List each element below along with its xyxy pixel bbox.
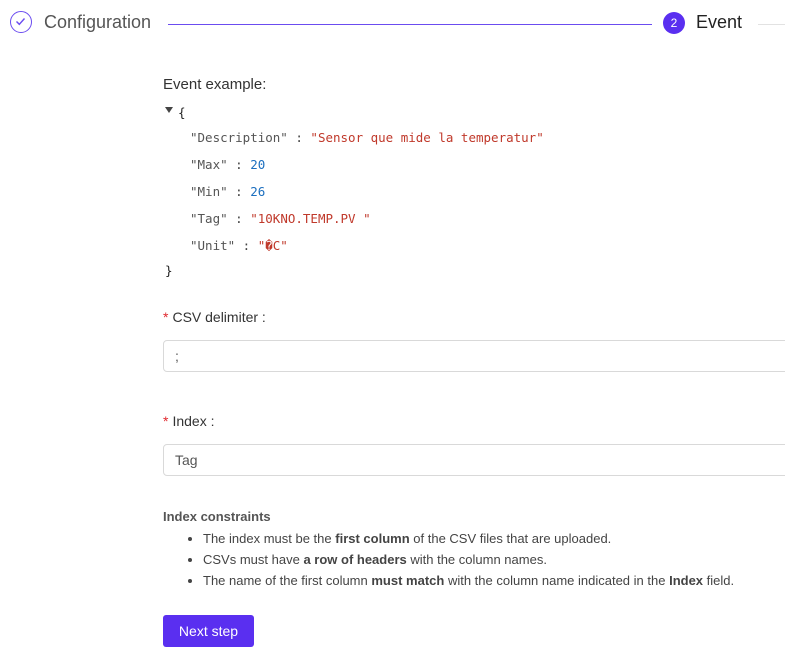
json-row: "Min" : 26 (190, 184, 265, 199)
constraint-emphasis: Index (669, 573, 704, 588)
json-sep: : (227, 157, 251, 172)
json-sep: : (227, 211, 251, 226)
json-value: "10KNO.TEMP.PV " (250, 211, 371, 226)
step-divider-end (758, 24, 785, 25)
json-open-brace: { (178, 105, 186, 120)
step-divider (168, 24, 652, 25)
json-value: "�C" (257, 238, 288, 253)
constraint-text: The index must be the (203, 531, 336, 546)
event-example-label: Event example: (163, 76, 267, 93)
json-key: "Description" (190, 130, 288, 145)
csv-delimiter-label-text: CSV delimiter : (172, 309, 266, 325)
index-constraints-list: The index must be the first column of th… (163, 528, 734, 591)
csv-delimiter-input[interactable] (163, 340, 785, 372)
json-row: "Description" : "Sensor que mide la temp… (190, 130, 544, 145)
required-mark: * (163, 309, 169, 325)
required-mark: * (163, 413, 169, 429)
step-event-label: Event (696, 12, 743, 32)
json-key: "Min" (190, 184, 228, 199)
json-row: "Unit" : "�C" (190, 238, 288, 253)
json-value: "Sensor que mide la temperatur" (310, 130, 544, 145)
json-sep: : (287, 130, 311, 145)
constraint-emphasis: must match (371, 573, 445, 588)
csv-delimiter-label: * CSV delimiter : (163, 309, 266, 325)
json-key: "Max" (190, 157, 228, 172)
constraint-emphasis: a row of headers (303, 552, 407, 567)
step-event-number: 2 (663, 12, 685, 34)
json-key: "Unit" (190, 238, 236, 253)
json-row: "Max" : 20 (190, 157, 265, 172)
index-label: * Index : (163, 413, 214, 429)
next-step-button[interactable]: Next step (163, 615, 254, 647)
constraint-text: CSVs must have (203, 552, 304, 567)
json-sep: : (227, 184, 251, 199)
json-row: "Tag" : "10KNO.TEMP.PV " (190, 211, 371, 226)
step-configuration-label[interactable]: Configuration (44, 12, 151, 33)
constraint-text: field. (703, 573, 735, 588)
constraint-item: The name of the first column must match … (203, 570, 734, 591)
constraint-text: of the CSV files that are uploaded. (409, 531, 612, 546)
json-close-brace: } (165, 263, 173, 278)
constraint-item: The index must be the first column of th… (203, 528, 734, 549)
json-key: "Tag" (190, 211, 228, 226)
constraint-text: with the column names. (406, 552, 547, 567)
check-icon (10, 11, 32, 33)
json-value: 26 (250, 184, 266, 199)
constraint-item: CSVs must have a row of headers with the… (203, 549, 734, 570)
constraint-text: The name of the first column (203, 573, 372, 588)
index-label-text: Index : (172, 413, 215, 429)
constraint-emphasis: first column (335, 531, 410, 546)
index-constraints-title: Index constraints (163, 509, 271, 524)
steps-header: Configuration 2 Event (0, 0, 785, 50)
json-value: 20 (250, 157, 266, 172)
index-input[interactable] (163, 444, 785, 476)
constraint-text: with the column name indicated in the (444, 573, 670, 588)
collapse-caret-icon[interactable] (165, 107, 173, 113)
json-sep: : (235, 238, 258, 253)
